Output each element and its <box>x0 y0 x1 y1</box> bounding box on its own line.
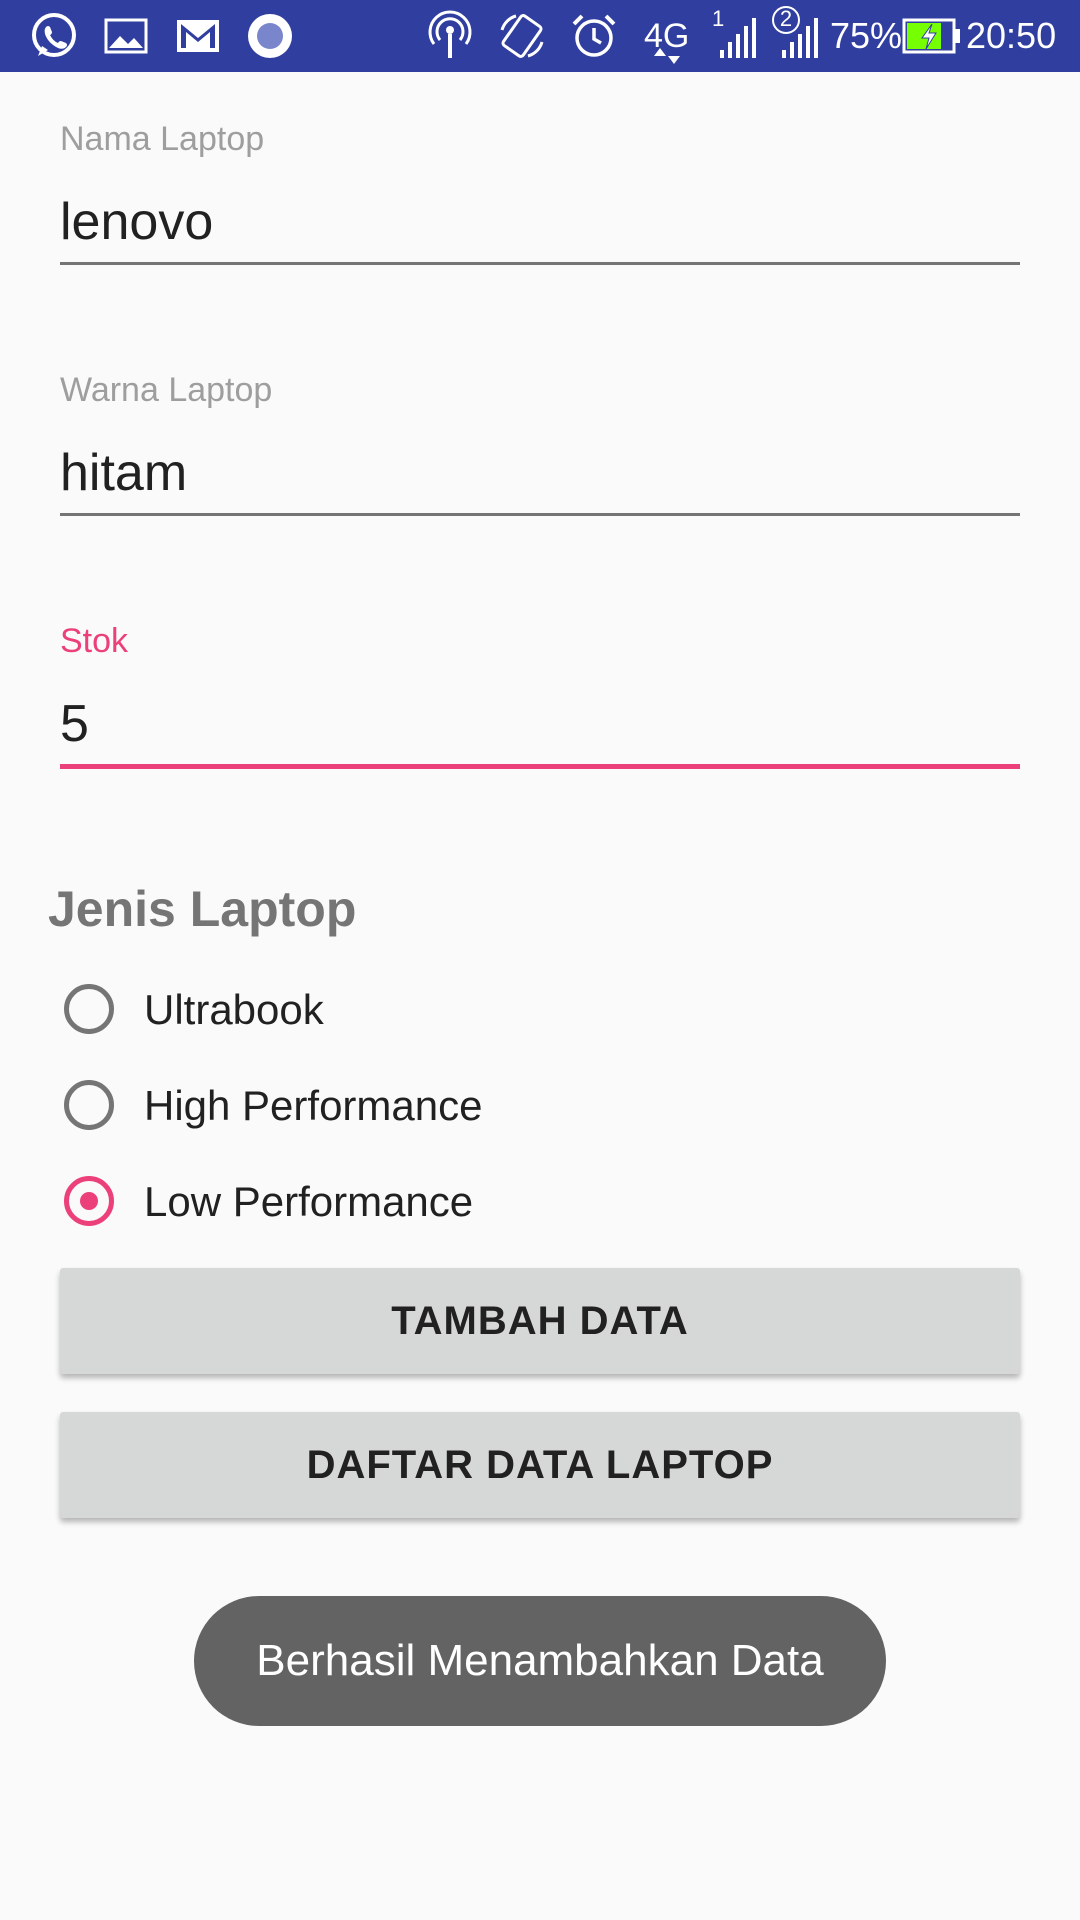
radio-selected-dot <box>80 1192 98 1210</box>
jenis-laptop-title: Jenis Laptop <box>48 881 357 937</box>
circle-app-icon <box>244 10 296 62</box>
signal-sim2-icon <box>776 10 828 62</box>
stok-underline <box>60 764 1020 769</box>
nama-laptop-input[interactable]: lenovo <box>60 190 1020 254</box>
radio-ultrabook[interactable]: Ultrabook <box>64 982 764 1046</box>
gmail-icon <box>172 10 224 62</box>
data-arrows-icon <box>650 46 690 68</box>
radio-high-performance[interactable]: High Performance <box>64 1078 764 1142</box>
stok-input[interactable]: 5 <box>60 692 1020 756</box>
warna-laptop-label: Warna Laptop <box>60 371 273 409</box>
clock-time: 20:50 <box>966 15 1057 56</box>
warna-laptop-input[interactable]: hitam <box>60 441 1020 505</box>
status-bar: 4G 1 2 75% 20:50 <box>0 0 1080 72</box>
alarm-icon <box>568 10 620 62</box>
signal-sim1-icon <box>714 10 766 62</box>
warna-laptop-underline <box>60 513 1020 516</box>
stok-label: Stok <box>60 622 129 660</box>
tambah-data-button[interactable]: TAMBAH DATA <box>60 1268 1020 1374</box>
radio-low-performance[interactable]: Low Performance <box>64 1174 764 1238</box>
radio-circle-low-performance[interactable] <box>64 1176 114 1226</box>
whatsapp-icon <box>28 10 80 62</box>
toast-message: Berhasil Menambahkan Data <box>194 1596 886 1726</box>
nama-laptop-label: Nama Laptop <box>60 120 265 158</box>
nama-laptop-underline <box>60 262 1020 265</box>
radio-label-high-performance[interactable]: High Performance <box>144 1078 482 1134</box>
radio-circle-high-performance[interactable] <box>64 1080 114 1130</box>
battery-charging-icon <box>902 18 962 54</box>
radio-circle-ultrabook[interactable] <box>64 984 114 1034</box>
daftar-data-laptop-button[interactable]: DAFTAR DATA LAPTOP <box>60 1412 1020 1518</box>
rotate-icon <box>496 10 548 62</box>
hotspot-icon <box>424 10 476 62</box>
gallery-icon <box>100 10 152 62</box>
radio-label-ultrabook[interactable]: Ultrabook <box>144 982 324 1038</box>
radio-label-low-performance[interactable]: Low Performance <box>144 1174 473 1230</box>
battery-percent: 75% <box>830 15 903 56</box>
